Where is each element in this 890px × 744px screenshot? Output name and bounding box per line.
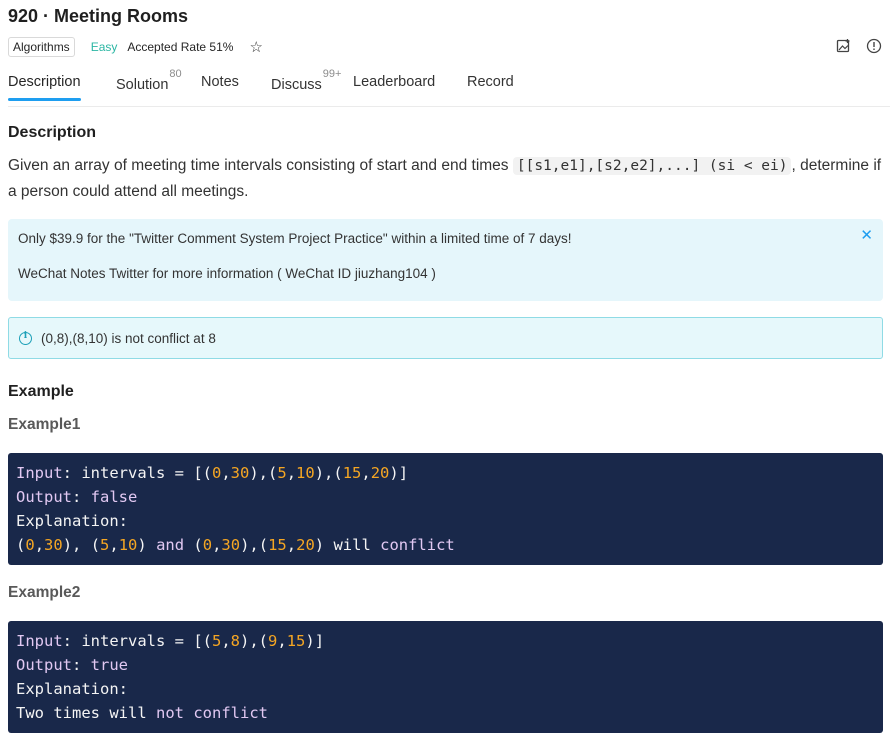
example-heading: Example (8, 383, 74, 400)
code-text: Explanation: (16, 680, 128, 698)
code-number: 5 (211, 632, 222, 650)
code-text: , (34, 536, 45, 554)
tab-label: Description (8, 74, 81, 90)
code-text: : (72, 488, 91, 506)
info-icon (19, 331, 32, 345)
description-text: Given an array of meeting time intervals… (8, 153, 884, 204)
code-keyword: conflict (193, 704, 268, 722)
code-number: 5 (100, 536, 110, 554)
difficulty-label: Easy (90, 40, 118, 54)
promo-line: WeChat Notes Twitter for more informatio… (18, 266, 436, 281)
code-number: 20 (370, 464, 390, 482)
code-number: 10 (118, 536, 138, 554)
code-text: )] (389, 464, 409, 482)
tab-solution[interactable]: Solution80 (116, 68, 182, 93)
tab-label: Notes (201, 74, 239, 90)
code-number: 15 (342, 464, 362, 482)
code-text: ),( (249, 464, 278, 482)
code-number: 0 (211, 464, 222, 482)
tab-description[interactable]: Description (8, 74, 81, 101)
code-keyword: Input (16, 632, 63, 650)
code-text: , (221, 464, 231, 482)
category-tag[interactable]: Algorithms (8, 37, 75, 57)
code-number: 15 (268, 536, 287, 554)
code-number: 30 (230, 464, 250, 482)
code-text: ),( (240, 536, 269, 554)
code-text: ( (184, 536, 203, 554)
accepted-rate: Accepted Rate 51% (127, 40, 234, 54)
code-number: 9 (268, 632, 278, 650)
code-number: 8 (230, 632, 241, 650)
code-boolean: true (90, 656, 128, 674)
example1-code: Input: intervals = [(0,30),(5,10),(15,20… (8, 453, 883, 565)
problem-tabs: Description Solution80 Notes Discuss99+ … (8, 68, 890, 107)
code-number: 20 (296, 536, 315, 554)
code-number: 0 (25, 536, 35, 554)
code-text: , (286, 536, 297, 554)
code-keyword: Input (16, 464, 63, 482)
tab-count-badge: 99+ (322, 68, 342, 80)
code-text: : intervals = [( (62, 464, 212, 482)
code-keyword: and (156, 536, 185, 554)
tab-count-badge: 80 (169, 68, 182, 80)
tab-label: Leaderboard (353, 74, 436, 90)
code-text: , (221, 632, 231, 650)
description-heading: Description (8, 124, 97, 141)
star-icon[interactable]: ☆ (249, 38, 262, 56)
code-text: , (277, 632, 287, 650)
code-text: ), ( (62, 536, 101, 554)
code-text: , (361, 464, 371, 482)
code-keyword: Output (16, 488, 72, 506)
code-keyword: Output (16, 656, 72, 674)
code-text: ) will (314, 536, 381, 554)
tab-label: Solution (116, 76, 169, 93)
code-number: 0 (202, 536, 213, 554)
code-text: ( (16, 536, 26, 554)
code-text: : intervals = [( (62, 632, 212, 650)
code-number: 30 (44, 536, 63, 554)
share-image-icon[interactable] (836, 38, 852, 54)
code-number: 10 (296, 464, 315, 482)
code-text: )] (305, 632, 325, 650)
code-boolean: false (90, 488, 138, 506)
code-text: , (109, 536, 119, 554)
tab-label: Discuss (271, 76, 322, 93)
tab-record[interactable]: Record (467, 74, 514, 90)
description-text-part: Given an array of meeting time intervals… (8, 157, 513, 174)
promo-banner: Only $39.9 for the "Twitter Comment Syst… (8, 219, 883, 301)
code-text: Explanation: (16, 512, 128, 530)
promo-line: Only $39.9 for the "Twitter Comment Syst… (18, 231, 572, 246)
code-number: 5 (277, 464, 287, 482)
code-number: 15 (286, 632, 306, 650)
example2-code: Input: intervals = [(5,8),(9,15)] Output… (8, 621, 883, 733)
tab-discuss[interactable]: Discuss99+ (271, 68, 341, 93)
close-icon[interactable]: ✕ (860, 226, 873, 244)
page-title: 920 · Meeting Rooms (8, 6, 189, 26)
code-text: Two times will (16, 704, 156, 722)
tab-leaderboard[interactable]: Leaderboard (353, 74, 435, 90)
code-keyword: not (155, 704, 184, 722)
code-keyword: conflict (380, 536, 455, 554)
info-note: (0,8),(8,10) is not conflict at 8 (8, 317, 883, 359)
note-text: (0,8),(8,10) is not conflict at 8 (41, 330, 216, 346)
tab-notes[interactable]: Notes (201, 74, 239, 90)
code-number: 30 (221, 536, 241, 554)
info-circle-icon[interactable] (866, 38, 882, 54)
problem-meta: Algorithms Easy Accepted Rate 51% ☆ (8, 36, 263, 58)
code-text: ) (137, 536, 157, 554)
tab-label: Record (467, 74, 514, 90)
header-actions (836, 38, 882, 54)
example2-title: Example2 (8, 584, 81, 601)
code-text: ),( (314, 464, 343, 482)
example1-title: Example1 (8, 416, 81, 433)
code-text: ),( (240, 632, 269, 650)
code-text: , (286, 464, 297, 482)
code-text: : (72, 656, 91, 674)
inline-code: [[s1,e1],[s2,e2],...] (si < ei) (512, 157, 792, 175)
